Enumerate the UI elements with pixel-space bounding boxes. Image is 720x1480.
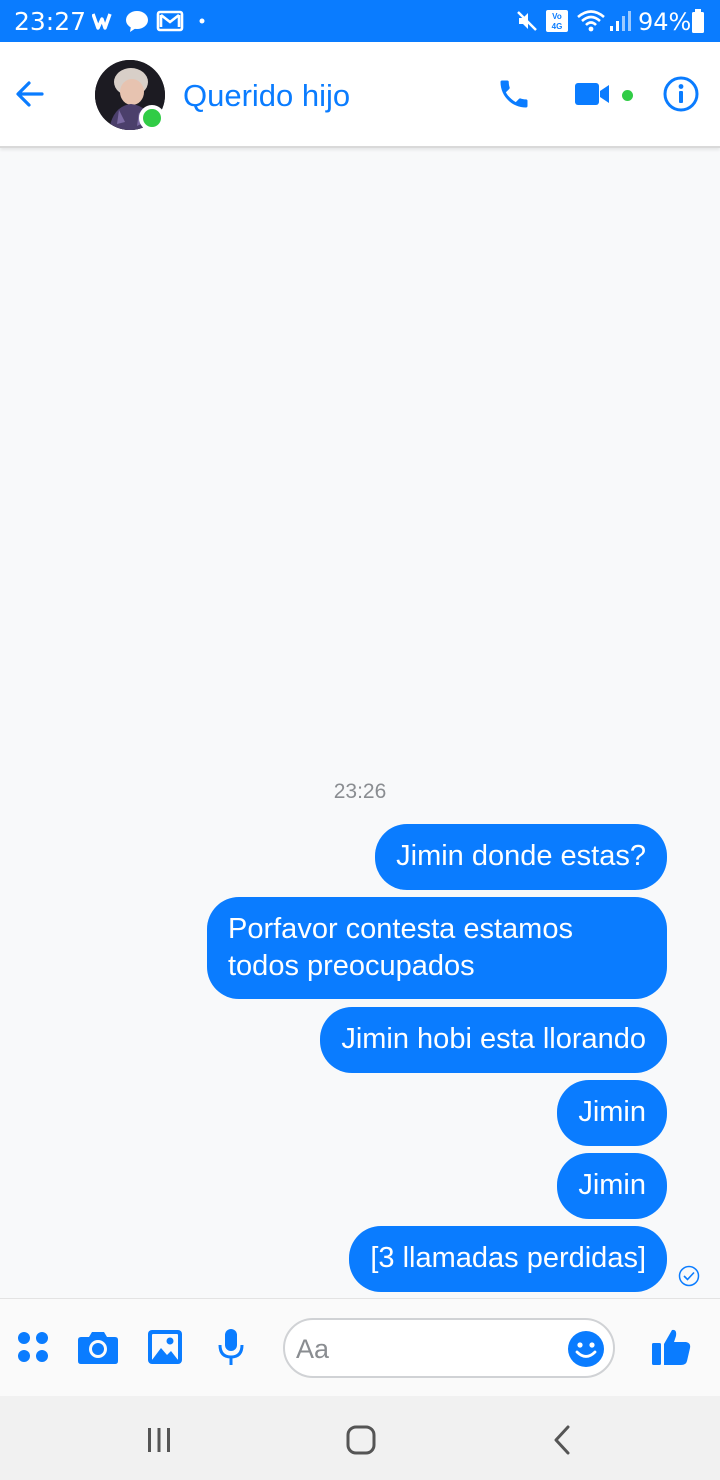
- video-available-dot: [622, 90, 633, 101]
- back-arrow-icon: [16, 81, 44, 107]
- sent-message-bubble[interactable]: Porfavor contesta estamos todos preocupa…: [207, 897, 667, 999]
- online-status-dot: [139, 105, 165, 131]
- microphone-icon: [218, 1329, 244, 1365]
- message-input[interactable]: Aa: [283, 1318, 615, 1378]
- recent-apps-icon: [148, 1428, 170, 1452]
- voice-message-button[interactable]: [209, 1325, 253, 1369]
- message-composer: Aa: [0, 1298, 720, 1396]
- svg-text:Vo: Vo: [552, 12, 562, 21]
- info-button[interactable]: [659, 72, 703, 116]
- thumbs-up-icon: [652, 1329, 691, 1365]
- messenger-icon: [124, 8, 150, 34]
- gmail-icon: [156, 8, 184, 34]
- contact-name[interactable]: Querido hijo: [183, 78, 350, 114]
- camera-icon: [78, 1332, 118, 1364]
- mute-icon: [515, 8, 539, 34]
- message-input-placeholder: Aa: [296, 1334, 330, 1364]
- gallery-button[interactable]: [143, 1325, 187, 1369]
- system-back-button[interactable]: [543, 1420, 583, 1460]
- more-actions-button[interactable]: [11, 1325, 55, 1369]
- sent-message-bubble[interactable]: Jimin donde estas?: [375, 824, 667, 890]
- sent-check-icon: [678, 1265, 700, 1287]
- four-dots-icon: [18, 1332, 48, 1362]
- like-button[interactable]: [649, 1325, 693, 1369]
- dot-icon: [197, 8, 207, 34]
- home-button[interactable]: [341, 1420, 381, 1460]
- svg-text:4G: 4G: [552, 22, 563, 31]
- status-bar: 23:27 Vo 4G 94%: [0, 0, 720, 42]
- wattpad-icon: [92, 8, 118, 34]
- back-button[interactable]: [10, 74, 50, 114]
- info-icon: [663, 76, 699, 112]
- phone-icon: [500, 80, 528, 108]
- sent-message-bubble[interactable]: Jimin hobi esta llorando: [320, 1007, 667, 1073]
- video-call-button[interactable]: [570, 72, 614, 116]
- messenger-screen: 23:27 Vo 4G 94% Querido hijo 23:26 Jimin…: [0, 0, 720, 1480]
- camera-button[interactable]: [76, 1325, 120, 1369]
- conversation-header: Querido hijo: [0, 42, 720, 148]
- video-camera-icon: [575, 83, 609, 105]
- voice-call-button[interactable]: [492, 72, 536, 116]
- battery-percentage: 94%: [638, 8, 692, 36]
- sent-message-bubble[interactable]: [3 llamadas perdidas]: [349, 1226, 667, 1292]
- system-navigation-bar: [0, 1396, 720, 1480]
- chevron-left-icon: [554, 1425, 570, 1455]
- volte-4g-icon: Vo 4G: [544, 8, 570, 34]
- home-icon: [346, 1425, 376, 1455]
- sent-message-bubble[interactable]: Jimin: [557, 1153, 667, 1219]
- image-icon: [148, 1330, 182, 1364]
- recent-apps-button[interactable]: [139, 1420, 179, 1460]
- wifi-icon: [576, 8, 606, 34]
- battery-icon: [690, 8, 706, 34]
- status-time: 23:27: [14, 7, 87, 36]
- message-timestamp: 23:26: [333, 780, 387, 803]
- signal-icon: [608, 8, 632, 34]
- emoji-icon[interactable]: [566, 1329, 606, 1369]
- sent-message-bubble[interactable]: Jimin: [557, 1080, 667, 1146]
